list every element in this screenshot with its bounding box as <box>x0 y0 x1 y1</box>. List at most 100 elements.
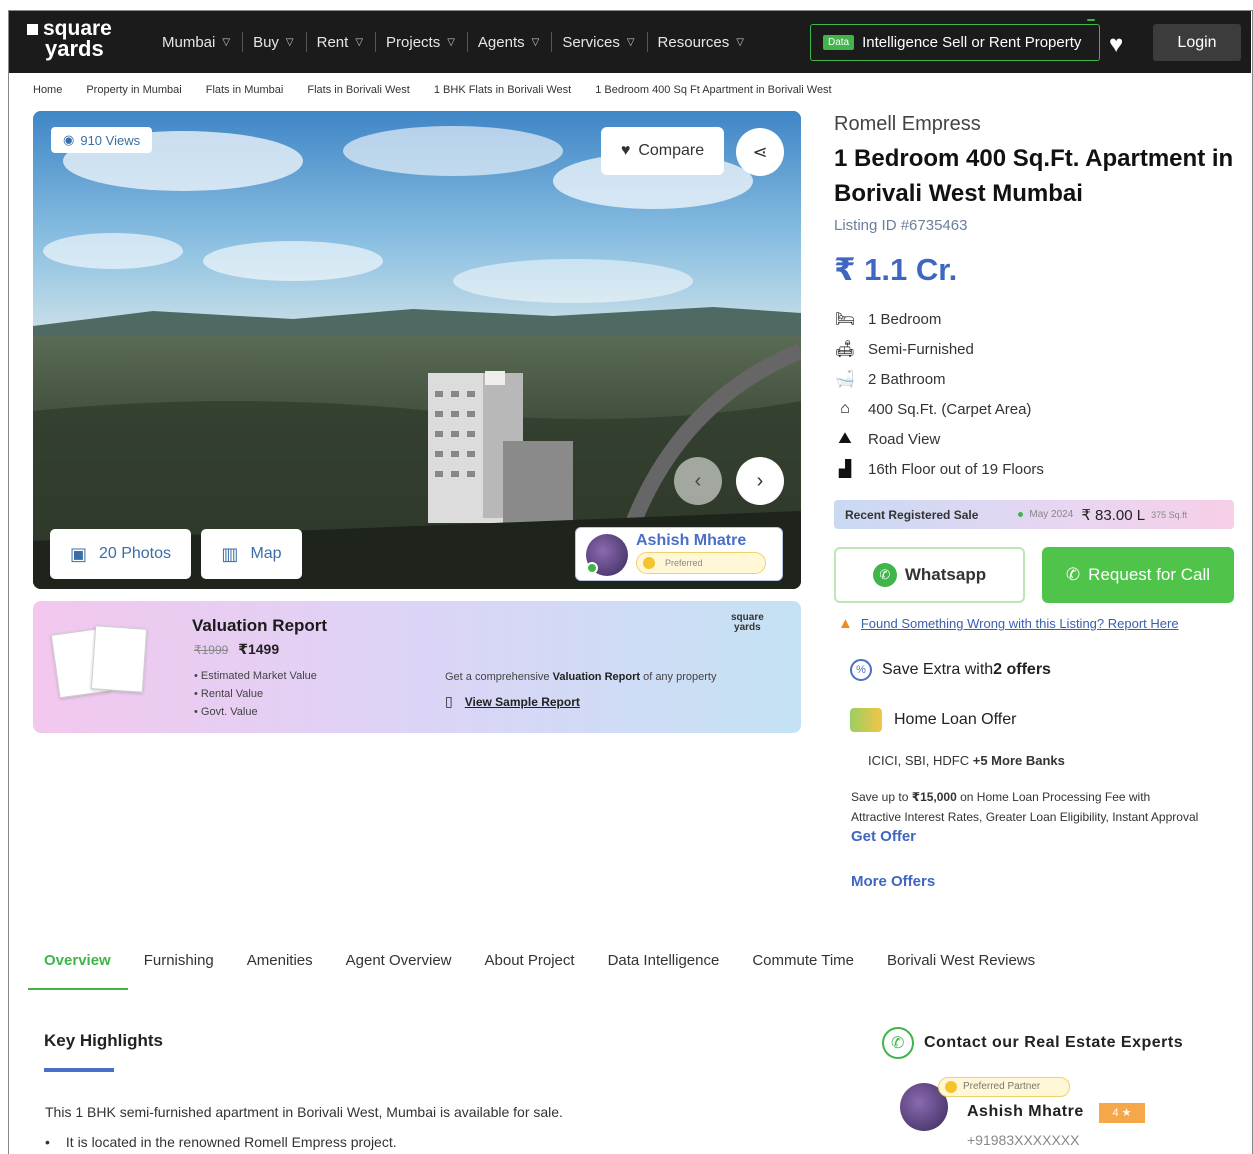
agent-phone[interactable]: +91983XXXXXXX <box>967 1132 1079 1148</box>
compare-button[interactable]: ♥ Compare <box>601 127 724 175</box>
list-item: Govt. Value <box>194 703 317 721</box>
tab-about-project[interactable]: About Project <box>469 944 592 990</box>
request-call-button[interactable]: ✆ Request for Call <box>1042 547 1234 603</box>
feature-floor: ▟ 16th Floor out of 19 Floors <box>834 454 1044 484</box>
feature-area: ⌂ 400 Sq.Ft. (Carpet Area) <box>834 394 1044 424</box>
nav-label: Mumbai <box>162 33 216 51</box>
sofa-icon: 🛋 <box>834 341 856 358</box>
breadcrumb-flats-borivali[interactable]: Flats in Borivali West <box>307 84 410 96</box>
nav-services[interactable]: Services ▽ <box>552 32 648 52</box>
whatsapp-button[interactable]: ✆ Whatsapp <box>834 547 1025 603</box>
photos-button[interactable]: ▣ 20 Photos <box>50 529 191 579</box>
whatsapp-icon: ✆ <box>872 563 897 587</box>
loan-description: Save up to ₹15,000 on Home Loan Processi… <box>851 787 1201 847</box>
feature-text: Road View <box>868 430 941 448</box>
project-name[interactable]: Romell Empress <box>834 113 981 136</box>
map-label: Map <box>250 545 282 562</box>
nav-resources[interactable]: Resources ▽ <box>648 32 756 52</box>
tab-furnishing[interactable]: Furnishing <box>128 944 231 990</box>
new-tag <box>1087 19 1095 21</box>
feature-text: 400 Sq.Ft. (Carpet Area) <box>868 400 1032 418</box>
data-badge: Data <box>823 35 855 50</box>
contact-experts-heading: ✆ Contact our Real Estate Experts <box>882 1027 1183 1059</box>
coin-icon <box>945 1081 957 1093</box>
agent-name: Ashish Mhatre <box>967 1103 1084 1120</box>
tab-data-intelligence[interactable]: Data Intelligence <box>592 944 737 990</box>
property-photo <box>33 111 801 589</box>
rating-badge: 4 ★ <box>1099 1103 1145 1123</box>
logo-text-line2: yards <box>45 36 104 61</box>
intel-label: Intelligence Sell or Rent Property <box>862 34 1082 51</box>
login-button[interactable]: Login <box>1153 24 1241 61</box>
tab-commute-time[interactable]: Commute Time <box>736 944 871 990</box>
chevron-right-icon: › <box>756 469 764 492</box>
breadcrumb-property-mumbai[interactable]: Property in Mumbai <box>86 84 181 96</box>
eye-icon: ◉ <box>63 132 75 147</box>
agent-chip[interactable]: Ashish Mhatre Preferred <box>575 527 783 581</box>
next-photo-button[interactable]: › <box>736 457 784 505</box>
call-label: Request for Call <box>1088 565 1211 584</box>
share-button[interactable]: ⋖ <box>736 128 784 176</box>
heart-icon: ♥ <box>620 142 631 159</box>
banks-more: +5 More Banks <box>972 753 1065 768</box>
square-yards-logo[interactable]: square yards <box>27 18 112 61</box>
feature-bedroom: 🛏 1 Bedroom <box>834 304 1044 334</box>
bathtub-icon: 🛁 <box>835 371 855 388</box>
nav-label: Rent <box>316 33 349 51</box>
map-button[interactable]: ▥ Map <box>201 529 302 579</box>
views-badge: ◉ 910 Views <box>51 127 153 153</box>
nav-projects[interactable]: Projects ▽ <box>376 32 468 52</box>
banks-prefix: ICICI, SBI, HDFC <box>868 753 973 768</box>
tab-amenities[interactable]: Amenities <box>231 944 330 990</box>
bed-icon: 🛏 <box>834 311 856 328</box>
feature-bathroom: 🛁 2 Bathroom <box>834 364 1044 394</box>
preferred-badge: Preferred <box>636 552 766 574</box>
breadcrumb-flats-mumbai[interactable]: Flats in Mumbai <box>206 84 284 96</box>
wishlist-heart-icon[interactable]: ♥ <box>1109 31 1123 59</box>
offers-count: 2 offers <box>993 661 1051 678</box>
home-icon: ⌂ <box>840 400 850 417</box>
prev-photo-button[interactable]: ‹ <box>674 457 722 505</box>
status-dot-icon <box>1018 512 1024 517</box>
tab-overview[interactable]: Overview <box>28 944 128 990</box>
nav-rent[interactable]: Rent ▽ <box>307 32 377 52</box>
preferred-label: Preferred <box>665 558 703 568</box>
breadcrumb-current: 1 Bedroom 400 Sq Ft Apartment in Borival… <box>595 84 832 96</box>
square-yards-small-logo: square yards <box>731 613 764 633</box>
recent-sale-label: Recent Registered Sale <box>845 507 979 522</box>
nav-mumbai[interactable]: Mumbai ▽ <box>152 32 244 52</box>
discount-icon: % <box>850 659 872 681</box>
feature-view: ⛰ Road View <box>834 424 1044 454</box>
data-intelligence-sell-rent-button[interactable]: Data Intelligence Sell or Rent Property <box>810 19 1100 61</box>
breadcrumb-1bhk-borivali[interactable]: 1 BHK Flats in Borivali West <box>434 84 571 96</box>
recent-sale-amount: ₹ 83.00 L <box>1081 506 1146 524</box>
main-nav: Mumbai ▽ Buy ▽ Rent ▽ Projects ▽ Agents ▽ Ser… <box>152 11 756 73</box>
valuation-price: ₹1999 ₹1499 <box>194 641 279 658</box>
chevron-down-icon: ▽ <box>626 36 635 48</box>
nav-label: Services <box>562 33 620 51</box>
valuation-description: Get a comprehensive Valuation Report of … <box>445 671 716 683</box>
recent-registered-sale[interactable]: Recent Registered Sale May 2024 ₹ 83.00 … <box>834 500 1234 529</box>
nav-label: Buy <box>253 33 279 51</box>
valuation-report-card[interactable]: Valuation Report ₹1999 ₹1499 Estimated M… <box>33 601 801 733</box>
tab-agent-overview[interactable]: Agent Overview <box>330 944 469 990</box>
small-logo-line2: yards <box>734 622 761 633</box>
list-item: Estimated Market Value <box>194 667 317 685</box>
more-offers-link[interactable]: More Offers <box>851 873 935 890</box>
recent-sale-date: May 2024 <box>1029 509 1074 520</box>
nav-label: Resources <box>657 33 730 51</box>
property-photo-gallery[interactable]: ◉ 910 Views ♥ Compare ⋖ ‹ › ▣ 20 Photos … <box>33 111 801 589</box>
feature-text: 2 Bathroom <box>868 370 946 388</box>
photo-icon: ▣ <box>69 543 87 564</box>
tab-reviews[interactable]: Borivali West Reviews <box>871 944 1052 990</box>
road-view-icon: ⛰ <box>838 430 852 447</box>
breadcrumb-home[interactable]: Home <box>33 84 62 96</box>
listing-price: ₹ 1.1 Cr. <box>834 252 958 287</box>
report-listing-link[interactable]: ▲ Found Something Wrong with this Listin… <box>838 615 1179 632</box>
nav-buy[interactable]: Buy ▽ <box>243 32 307 52</box>
old-price: ₹1999 <box>194 643 229 657</box>
nav-agents[interactable]: Agents ▽ <box>468 32 553 52</box>
get-offer-link[interactable]: Get Offer <box>851 828 916 845</box>
views-count: 910 Views <box>80 132 141 148</box>
view-sample-report-link[interactable]: ▯ View Sample Report <box>445 693 580 710</box>
